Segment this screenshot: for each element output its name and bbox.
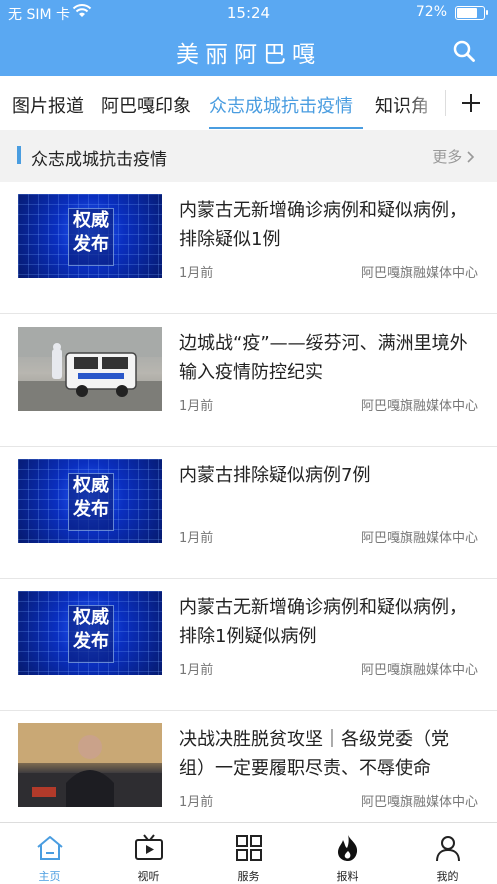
active-tab-indicator xyxy=(209,127,363,129)
section-title: 众志成城抗击疫情 xyxy=(31,150,167,170)
tab-fight-epidemic[interactable]: 众志成城抗击疫情 xyxy=(209,92,353,118)
article-source: 阿巴嘎旗融媒体中心 xyxy=(360,795,478,810)
more-link[interactable]: 更多 xyxy=(432,146,475,167)
article-thumbnail xyxy=(18,327,162,411)
list-item[interactable]: 边城战“疫”——绥芬河、满洲里境外输入疫情防控纪实 1月前 阿巴嘎旗融媒体中心 xyxy=(0,315,497,447)
article-title: 决战决胜脱贫攻坚｜各级党委（党组）一定要履职尽责、不辱使命 xyxy=(179,729,449,779)
tv-icon xyxy=(135,834,163,860)
article-time: 1月前 xyxy=(179,795,214,810)
article-thumbnail xyxy=(18,723,162,807)
app-header: 无 SIM 卡 15:24 72% 美丽阿巴嘎 xyxy=(0,0,497,76)
tabbar-label: 服务 xyxy=(237,870,260,883)
article-title: 边城战“疫”——绥芬河、满洲里境外输入疫情防控纪实 xyxy=(179,333,468,383)
article-time: 1月前 xyxy=(179,531,214,546)
article-source: 阿巴嘎旗融媒体中心 xyxy=(360,531,478,546)
page-title: 美丽阿巴嘎 xyxy=(176,42,321,68)
battery-icon xyxy=(455,6,488,20)
tab-abaga-impression[interactable]: 阿巴嘎印象 xyxy=(101,92,191,118)
tabbar-profile[interactable]: 我的 xyxy=(398,823,497,884)
list-item[interactable]: 决战决胜脱贫攻坚｜各级党委（党组）一定要履职尽责、不辱使命 1月前 阿巴嘎旗融媒… xyxy=(0,711,497,822)
article-source: 阿巴嘎旗融媒体中心 xyxy=(360,663,478,678)
tab-photo-report[interactable]: 图片报道 xyxy=(12,92,84,118)
chevron-right-icon xyxy=(467,151,475,163)
category-tabs: 图片报道 阿巴嘎印象 众志成城抗击疫情 知识角 xyxy=(0,76,497,130)
list-item[interactable]: 权威 发布 内蒙古排除疑似病例7例 1月前 阿巴嘎旗融媒体中心 xyxy=(0,447,497,579)
section-header: 众志成城抗击疫情 更多 xyxy=(0,130,497,182)
add-channel-button[interactable] xyxy=(445,76,497,130)
article-thumbnail: 权威 发布 xyxy=(18,591,162,675)
tabbar-label: 我的 xyxy=(436,870,459,883)
tabbar-services[interactable]: 服务 xyxy=(199,823,298,884)
article-title: 内蒙古排除疑似病例7例 xyxy=(179,465,371,486)
home-icon xyxy=(37,836,63,860)
search-icon[interactable] xyxy=(453,40,475,62)
section-marker xyxy=(17,146,21,164)
article-thumbnail: 权威 发布 xyxy=(18,459,162,543)
article-source: 阿巴嘎旗融媒体中心 xyxy=(360,399,478,414)
plus-icon xyxy=(462,94,480,112)
tabbar-label: 视听 xyxy=(137,870,160,883)
tabbar-label: 主页 xyxy=(38,870,61,883)
article-thumbnail: 权威 发布 xyxy=(18,194,162,278)
article-time: 1月前 xyxy=(179,399,214,414)
battery-percent: 72% xyxy=(415,4,447,20)
article-list: 权威 发布 内蒙古无新增确诊病例和疑似病例，排除疑似1例 1月前 阿巴嘎旗融媒体中… xyxy=(0,182,497,822)
article-title: 内蒙古无新增确诊病例和疑似病例，排除疑似1例 xyxy=(179,200,467,250)
tabbar-video[interactable]: 视听 xyxy=(99,823,198,884)
grid-icon xyxy=(236,835,262,861)
person-icon xyxy=(436,836,460,862)
tabbar-home[interactable]: 主页 xyxy=(0,823,99,884)
list-item[interactable]: 权威 发布 内蒙古无新增确诊病例和疑似病例，排除1例疑似病例 1月前 阿巴嘎旗融媒… xyxy=(0,579,497,711)
article-title: 内蒙古无新增确诊病例和疑似病例，排除1例疑似病例 xyxy=(179,597,467,647)
fire-icon xyxy=(338,835,358,861)
tabbar-label: 报料 xyxy=(336,870,359,883)
list-item[interactable]: 权威 发布 内蒙古无新增确诊病例和疑似病例，排除疑似1例 1月前 阿巴嘎旗融媒体中… xyxy=(0,182,497,314)
article-time: 1月前 xyxy=(179,266,214,281)
article-time: 1月前 xyxy=(179,663,214,678)
bottom-tab-bar: 主页 视听 服务 报料 我的 xyxy=(0,822,497,884)
status-bar: 无 SIM 卡 15:24 72% xyxy=(0,0,497,26)
article-source: 阿巴嘎旗融媒体中心 xyxy=(360,266,478,281)
tabbar-report[interactable]: 报料 xyxy=(298,823,397,884)
